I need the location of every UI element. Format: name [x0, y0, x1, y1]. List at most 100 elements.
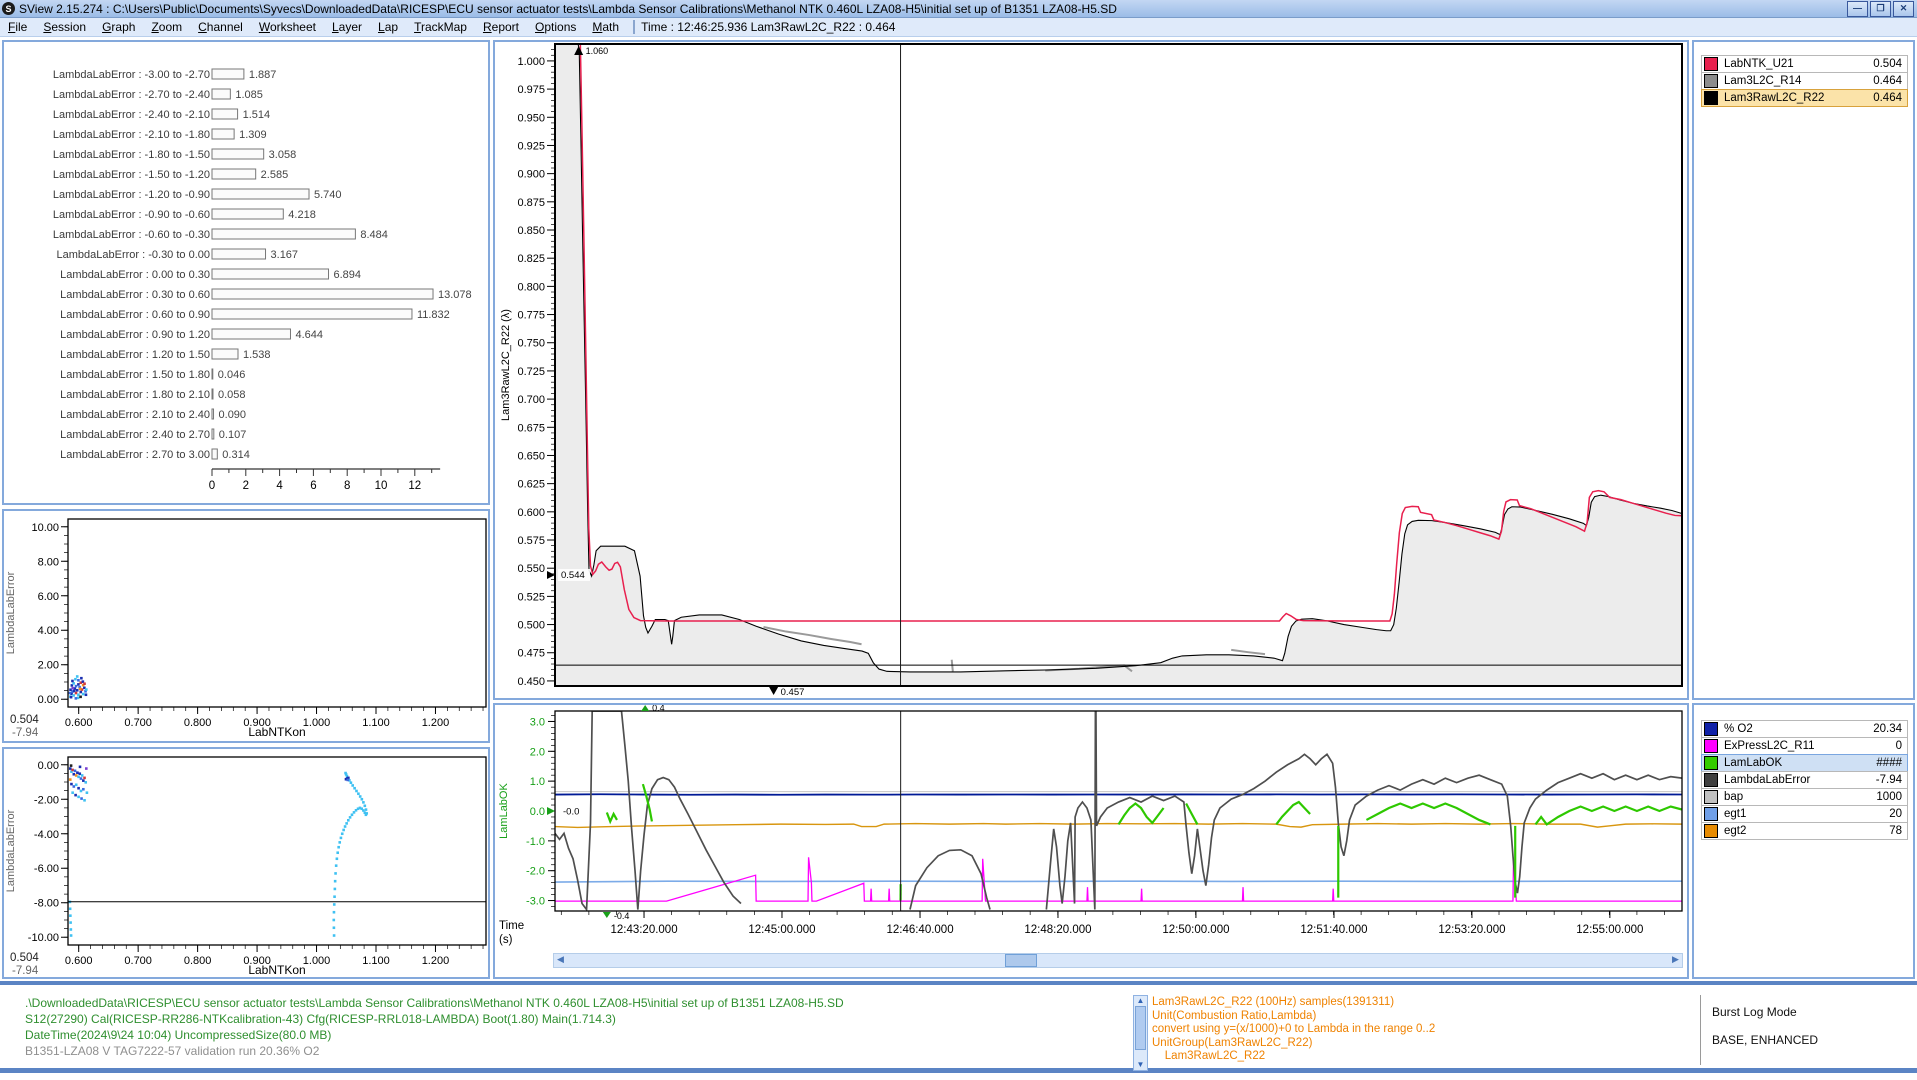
svg-text:1.514: 1.514 — [243, 109, 271, 121]
channel-label: egt1 — [1724, 808, 1889, 820]
svg-text:LambdaLabError : -1.80 to -1.5: LambdaLabError : -1.80 to -1.50 — [53, 149, 210, 161]
svg-text:LambdaLabError : 0.30 to 0.60: LambdaLabError : 0.30 to 0.60 — [60, 289, 210, 301]
scroll-down-icon[interactable]: ▼ — [1134, 1060, 1147, 1070]
svg-text:2: 2 — [243, 480, 249, 492]
histogram-bar — [212, 209, 283, 219]
menu-zoom[interactable]: Zoom — [143, 20, 190, 34]
svg-text:1.085: 1.085 — [235, 89, 263, 101]
svg-text:Lam3RawL2C_R22 (λ): Lam3RawL2C_R22 (λ) — [500, 309, 512, 421]
scroll-right-icon[interactable]: ▶ — [1669, 954, 1682, 965]
svg-text:0.600: 0.600 — [65, 717, 93, 729]
svg-text:4.00: 4.00 — [38, 625, 59, 637]
channel-value: 20 — [1889, 808, 1905, 820]
svg-text:0.700: 0.700 — [124, 717, 152, 729]
svg-text:1.0: 1.0 — [530, 776, 545, 788]
svg-text:LambdaLabError : -1.20 to -0.9: LambdaLabError : -1.20 to -0.90 — [53, 189, 210, 201]
svg-text:4.218: 4.218 — [288, 209, 316, 221]
histogram-bar — [212, 309, 412, 319]
file-info-text: .\DownloadedData\RICESP\ECU sensor actua… — [25, 995, 844, 1059]
svg-text:LambdaLabError : 0.90 to 1.20: LambdaLabError : 0.90 to 1.20 — [60, 329, 210, 341]
svg-text:0.544: 0.544 — [561, 570, 585, 581]
channel-label: ExPressL2C_R11 — [1724, 740, 1896, 752]
channel-color-swatch — [1704, 739, 1718, 753]
svg-text:6: 6 — [310, 480, 316, 492]
legend-top-panel: LabNTK_U210.504Lam3L2C_R140.464Lam3RawL2… — [1692, 40, 1915, 700]
channel-info-scrollbar[interactable]: ▲ ▼ — [1133, 995, 1148, 1071]
svg-text:12:43:20.000: 12:43:20.000 — [610, 924, 677, 936]
scrollbar-thumb[interactable] — [1135, 1006, 1146, 1050]
svg-text:12:45:00.000: 12:45:00.000 — [748, 924, 815, 936]
lambda-error-histogram[interactable]: LambdaLabError : -3.00 to -2.701.887Lamb… — [4, 42, 488, 503]
channel-info-line: Unit(Combustion Ratio,Lambda) — [1152, 1010, 1435, 1024]
legend-row[interactable]: LamLabOK#### — [1701, 754, 1908, 772]
svg-text:0.775: 0.775 — [517, 310, 545, 322]
histogram-bar — [212, 269, 329, 279]
svg-text:6.00: 6.00 — [38, 591, 59, 603]
scrollbar-thumb[interactable] — [1005, 954, 1037, 967]
svg-text:8.484: 8.484 — [360, 229, 388, 241]
svg-text:3.167: 3.167 — [271, 249, 299, 261]
svg-text:0.00: 0.00 — [38, 760, 59, 772]
svg-text:1.000: 1.000 — [517, 56, 545, 68]
svg-text:3.0: 3.0 — [530, 716, 545, 728]
scroll-up-icon[interactable]: ▲ — [1134, 996, 1147, 1006]
menu-file[interactable]: File — [0, 20, 35, 34]
svg-text:LambdaLabError : 0.60 to 0.90: LambdaLabError : 0.60 to 0.90 — [60, 309, 210, 321]
legend-bottom-rows: % O220.34ExPressL2C_R110LamLabOK####Lamb… — [1701, 721, 1908, 840]
histogram-bar — [212, 89, 230, 99]
histogram-bar — [212, 69, 244, 79]
legend-row[interactable]: Lam3L2C_R140.464 — [1701, 72, 1908, 90]
minimize-button-icon[interactable]: — — [1847, 1, 1868, 17]
svg-text:LamLabOK: LamLabOK — [498, 783, 510, 839]
time-scrollbar[interactable]: ◀ ▶ — [553, 953, 1683, 968]
legend-top-rows: LabNTK_U210.504Lam3L2C_R140.464Lam3RawL2… — [1701, 56, 1908, 107]
scroll-left-icon[interactable]: ◀ — [554, 954, 567, 965]
histogram-bar — [212, 169, 256, 179]
min-marker-icon — [603, 912, 611, 918]
legend-row[interactable]: egt278 — [1701, 822, 1908, 840]
lambda-time-chart[interactable]: 0.4500.4750.5000.5250.5500.5750.6000.625… — [495, 42, 1687, 698]
svg-text:0.600: 0.600 — [65, 955, 93, 967]
menu-math[interactable]: Math — [584, 20, 627, 34]
svg-text:0.800: 0.800 — [184, 955, 212, 967]
svg-text:1.309: 1.309 — [239, 129, 267, 141]
close-button-icon[interactable]: ✕ — [1893, 1, 1914, 17]
file-info-line: B1351-LZA08 V TAG7222-57 validation run … — [25, 1043, 844, 1059]
legend-row[interactable]: bap1000 — [1701, 788, 1908, 806]
legend-bottom-panel: % O220.34ExPressL2C_R110LamLabOK####Lamb… — [1692, 703, 1915, 979]
menu-separator — [633, 20, 635, 34]
menu-channel[interactable]: Channel — [190, 20, 251, 34]
svg-text:2.585: 2.585 — [261, 169, 289, 181]
legend-row[interactable]: LabNTK_U210.504 — [1701, 55, 1908, 73]
menu-worksheet[interactable]: Worksheet — [251, 20, 324, 34]
svg-text:LambdaLabError : 1.20 to 1.50: LambdaLabError : 1.20 to 1.50 — [60, 349, 210, 361]
legend-row[interactable]: ExPressL2C_R110 — [1701, 737, 1908, 755]
legend-row[interactable]: egt120 — [1701, 805, 1908, 823]
menu-options[interactable]: Options — [527, 20, 584, 34]
channel-color-swatch — [1704, 91, 1718, 105]
svg-text:-3.0: -3.0 — [526, 896, 545, 908]
scatter-plot-negative-error[interactable]: 0.00-2.00-4.00-6.00-8.00-10.000.6000.700… — [4, 749, 488, 977]
legend-row[interactable]: LambdaLabError-7.94 — [1701, 771, 1908, 789]
menu-trackmap[interactable]: TrackMap — [406, 20, 475, 34]
menu-layer[interactable]: Layer — [324, 20, 370, 34]
menu-lap[interactable]: Lap — [370, 20, 406, 34]
menu-graph[interactable]: Graph — [94, 20, 143, 34]
menu-report[interactable]: Report — [475, 20, 527, 34]
svg-text:0.4: 0.4 — [652, 705, 665, 713]
histogram-bar — [212, 149, 264, 159]
menu-session[interactable]: Session — [35, 20, 94, 34]
legend-row[interactable]: % O220.34 — [1701, 720, 1908, 738]
lamlabok-time-chart[interactable]: -3.0-2.0-1.00.01.02.03.012:43:20.00012:4… — [495, 705, 1687, 951]
legend-row[interactable]: Lam3RawL2C_R220.464 — [1701, 89, 1908, 107]
histogram-bar — [212, 349, 238, 359]
channel-info-line: convert using y=(x/1000)+0 to Lambda in … — [1152, 1023, 1435, 1037]
scatter-plot-positive-error[interactable]: 0.002.004.006.008.0010.000.6000.7000.800… — [4, 511, 488, 741]
histogram-bar — [212, 329, 290, 339]
channel-value: 20.34 — [1873, 723, 1905, 735]
min-marker-icon — [769, 687, 778, 695]
restore-button-icon[interactable]: ❐ — [1870, 1, 1891, 17]
svg-text:12: 12 — [408, 480, 421, 492]
channel-info-text: Lam3RawL2C_R22 (100Hz) samples(1391311)U… — [1152, 996, 1435, 1064]
svg-text:0.550: 0.550 — [517, 563, 545, 575]
